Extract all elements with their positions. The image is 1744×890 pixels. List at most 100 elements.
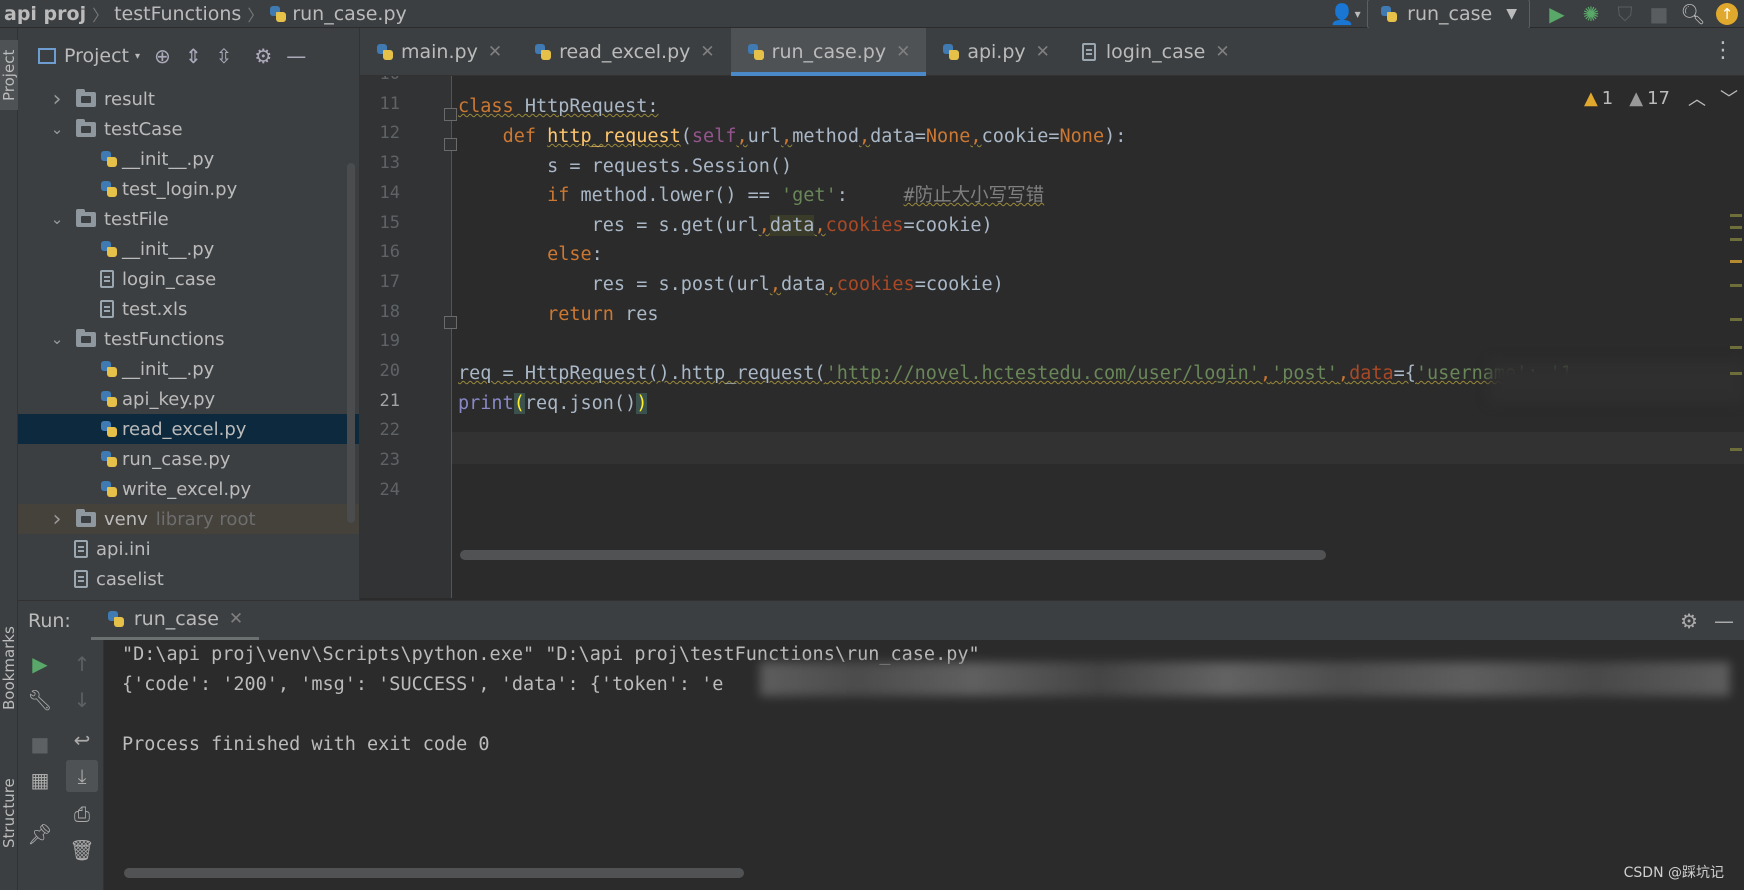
breadcrumb-project[interactable]: api proj — [4, 3, 86, 25]
close-icon[interactable]: ✕ — [896, 42, 910, 62]
run-configuration-selector[interactable]: run_case ▼ — [1367, 0, 1530, 29]
print-icon[interactable]: ⎙ — [66, 798, 98, 830]
next-highlight-icon[interactable]: ﹀ — [1720, 85, 1738, 111]
tree-file-item[interactable]: run_case.py — [18, 444, 359, 474]
tree-file-item[interactable]: login_case — [18, 264, 359, 294]
editor-tab[interactable]: read_excel.py ✕ — [518, 28, 731, 76]
editor-tab[interactable]: main.py ✕ — [360, 28, 518, 76]
chevron-down-icon[interactable]: ⌄ — [48, 120, 66, 138]
error-stripe-mark[interactable] — [1730, 260, 1742, 263]
close-icon[interactable]: ✕ — [488, 42, 502, 62]
console-line: {'code': '200', 'msg': 'SUCCESS', 'data'… — [122, 674, 724, 695]
tree-file-item[interactable]: test_login.py — [18, 174, 359, 204]
project-tool-window-button[interactable]: Project — [0, 40, 18, 110]
breadcrumb-file[interactable]: run_case.py — [292, 3, 406, 25]
tree-folder-item[interactable]: ⌄ testCase — [18, 114, 359, 144]
fold-marker-icon[interactable] — [444, 138, 457, 151]
error-stripe-mark[interactable] — [1730, 448, 1742, 451]
breadcrumb-folder[interactable]: testFunctions — [114, 3, 241, 25]
error-stripe-mark[interactable] — [1730, 214, 1742, 217]
tree-file-item[interactable]: read_excel.py — [18, 414, 359, 444]
error-stripe-mark[interactable] — [1730, 226, 1742, 229]
error-stripe-mark[interactable] — [1730, 372, 1742, 375]
line-number: 12 — [379, 123, 400, 144]
bookmarks-tool-window-button[interactable]: Bookmarks — [0, 618, 18, 718]
tree-file-item[interactable]: __init__.py — [18, 354, 359, 384]
down-arrow-icon[interactable]: ↓ — [66, 684, 98, 716]
python-file-icon — [107, 610, 125, 628]
tree-file-item[interactable]: test.xls — [18, 294, 359, 324]
run-icon[interactable]: ▶ — [1540, 0, 1574, 28]
editor-tab[interactable]: api.py ✕ — [926, 28, 1066, 76]
locate-icon[interactable]: ⊕ — [154, 44, 171, 68]
wrench-icon[interactable]: 🔧︎ — [24, 684, 56, 716]
navigation-bar: api proj 〉 testFunctions 〉 run_case.py 👤… — [0, 0, 1744, 29]
tree-file-item[interactable]: write_excel.py — [18, 474, 359, 504]
more-tabs-icon[interactable]: ⋮ — [1712, 38, 1734, 63]
error-stripe-mark[interactable] — [1730, 318, 1742, 321]
tree-folder-item[interactable]: ⌄ testFile — [18, 204, 359, 234]
search-icon[interactable]: 🔍︎ — [1676, 0, 1710, 28]
minimize-icon[interactable]: — — [286, 44, 306, 68]
tree-folder-item[interactable]: ⌄ testFunctions — [18, 324, 359, 354]
tab-label: run_case.py — [771, 41, 887, 63]
chevron-down-icon[interactable]: ⌄ — [48, 210, 66, 228]
previous-highlight-icon[interactable]: ︿ — [1688, 85, 1706, 111]
error-stripe-mark[interactable] — [1730, 238, 1742, 241]
tree-item-label: result — [104, 88, 155, 110]
stop-icon[interactable]: ■ — [1642, 0, 1676, 28]
tree-item-label: test.xls — [122, 298, 188, 320]
editor-horizontal-scrollbar[interactable] — [460, 550, 1326, 560]
error-stripe-mark[interactable] — [1730, 346, 1742, 349]
gear-icon[interactable]: ⚙ — [1680, 609, 1698, 633]
debug-icon[interactable]: ✺ — [1574, 0, 1608, 28]
tree-file-item[interactable]: __init__.py — [18, 144, 359, 174]
tree-file-item[interactable]: __init__.py — [18, 234, 359, 264]
chevron-right-icon[interactable]: › — [48, 507, 66, 532]
console-horizontal-scrollbar[interactable] — [124, 868, 744, 878]
collapse-all-icon[interactable]: ⇳ — [216, 44, 233, 68]
line-number: 15 — [379, 212, 400, 233]
editor-tab[interactable]: run_case.py ✕ — [730, 28, 927, 76]
tree-file-item[interactable]: caselist — [18, 564, 359, 594]
editor-tab[interactable]: login_case ✕ — [1066, 28, 1246, 76]
close-icon[interactable]: ✕ — [700, 42, 714, 62]
soft-wrap-icon[interactable]: ↩ — [66, 724, 98, 756]
structure-tool-window-button[interactable]: Structure — [0, 768, 18, 858]
inspection-widget[interactable]: ▲ 1 ▲ 17 ︿ ﹀ — [1584, 84, 1744, 112]
minimize-icon[interactable]: — — [1714, 609, 1734, 633]
code-line-11: class HttpRequest: — [458, 96, 659, 117]
pin-icon[interactable]: 📌︎ — [24, 818, 56, 850]
run-tab-label: run_case — [133, 607, 219, 630]
run-toolbar: ▶ ↑ 🔧︎ ↓ ■ ↩ ▦ ⤓ 📌︎ ⎙ 🗑︎ — [18, 640, 104, 890]
tree-item-label: testCase — [104, 118, 183, 140]
stop-icon[interactable]: ■ — [24, 728, 56, 760]
chevron-right-icon[interactable]: › — [48, 87, 66, 112]
close-icon[interactable]: ✕ — [1036, 42, 1050, 62]
layout-icon[interactable]: ▦ — [24, 764, 56, 796]
rerun-icon[interactable]: ▶ — [24, 648, 56, 680]
tree-folder-item[interactable]: › result — [18, 84, 359, 114]
error-stripe-mark[interactable] — [1730, 284, 1742, 287]
up-arrow-icon[interactable]: ↑ — [66, 648, 98, 680]
run-tab[interactable]: run_case ✕ — [90, 601, 260, 641]
project-scrollbar[interactable] — [347, 163, 355, 523]
coverage-icon[interactable]: ⛉ — [1608, 0, 1642, 28]
close-icon[interactable]: ✕ — [229, 609, 243, 629]
tree-file-item[interactable]: api.ini — [18, 534, 359, 564]
gear-icon[interactable]: ⚙ — [254, 44, 272, 68]
user-icon[interactable]: 👤 ▾ — [1323, 0, 1367, 28]
tree-file-item[interactable]: api_key.py — [18, 384, 359, 414]
code-editor[interactable]: 10 11 12 13 14 15 16 17 18 19 20 21 22 23 24 class Htt… — [360, 76, 1744, 598]
close-icon[interactable]: ✕ — [1215, 42, 1229, 62]
fold-marker-icon[interactable] — [444, 316, 457, 329]
tree-folder-item[interactable]: › venv library root — [18, 504, 359, 534]
scroll-to-end-icon[interactable]: ⤓ — [66, 760, 98, 792]
chevron-down-icon[interactable]: ⌄ — [48, 330, 66, 348]
update-icon[interactable]: ↑ — [1710, 0, 1744, 28]
trash-icon[interactable]: 🗑︎ — [66, 834, 98, 866]
expand-all-icon[interactable]: ⇕ — [185, 44, 202, 68]
fold-marker-icon[interactable] — [444, 108, 457, 121]
project-panel-title[interactable]: Project — [64, 45, 129, 67]
run-console[interactable]: "D:\api proj\venv\Scripts\python.exe" "D… — [104, 640, 1744, 890]
